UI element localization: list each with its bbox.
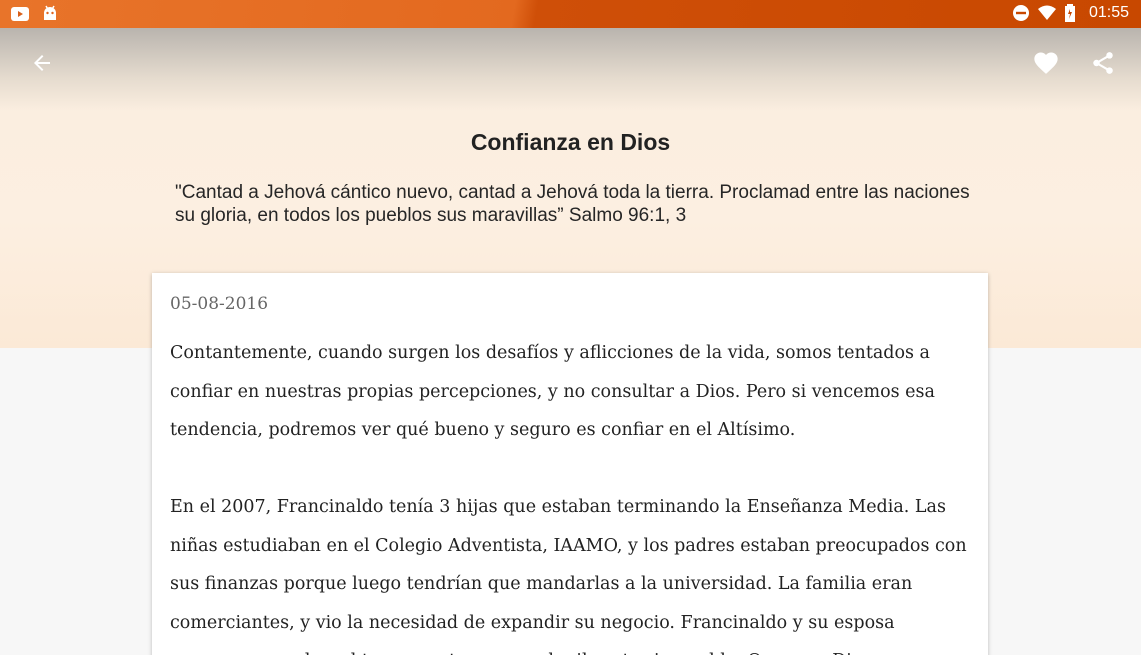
share-button[interactable]: [1088, 50, 1118, 80]
status-time: 01:55: [1088, 4, 1129, 21]
share-icon: [1090, 50, 1116, 81]
devotional-body: Contantemente, cuando surgen los desafío…: [170, 334, 970, 655]
battery-icon: [1063, 3, 1083, 23]
android-icon: [40, 4, 60, 24]
back-button[interactable]: [27, 50, 57, 80]
heart-icon: [1032, 49, 1060, 82]
page-title: Confianza en Dios: [470, 129, 671, 155]
do-not-disturb-icon: [1011, 3, 1031, 23]
status-bar: 01:55: [0, 0, 1141, 28]
favorite-button[interactable]: [1031, 50, 1061, 80]
devotional-date: 05-08-2016: [170, 294, 269, 314]
wifi-icon: [1037, 3, 1057, 23]
body-paragraph: Contantemente, cuando surgen los desafío…: [170, 343, 935, 440]
arrow-back-icon: [30, 51, 54, 80]
bible-verse: "Cantad a Jehová cántico nuevo, cantad a…: [175, 182, 970, 226]
youtube-icon: [10, 4, 30, 24]
devotional-card: 05-08-2016 Contantemente, cuando surgen …: [152, 273, 988, 655]
body-paragraph: En el 2007, Francinaldo tenía 3 hijas qu…: [170, 497, 967, 655]
